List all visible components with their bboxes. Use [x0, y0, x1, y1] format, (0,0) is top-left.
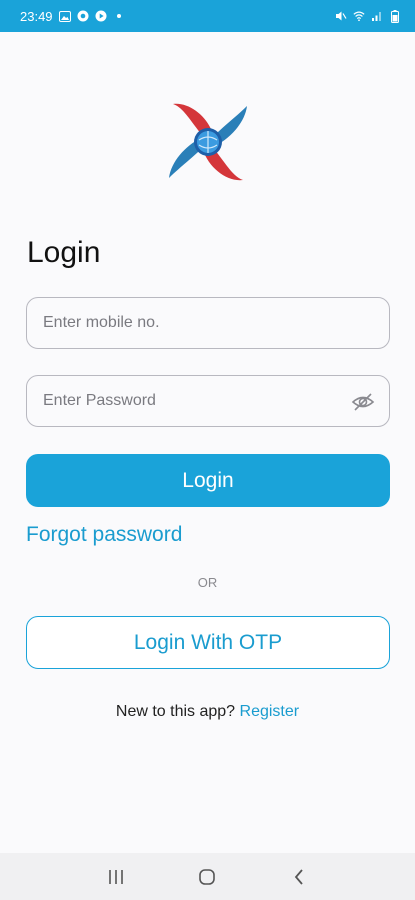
status-bar: 23:49	[0, 0, 415, 32]
dot-icon	[113, 10, 125, 22]
mobile-input[interactable]	[43, 314, 373, 332]
mute-icon	[335, 10, 347, 22]
recent-apps-icon	[109, 869, 123, 884]
play-icon	[95, 10, 107, 22]
password-input[interactable]	[43, 392, 373, 410]
status-time: 23:49	[20, 8, 53, 24]
recent-apps-button[interactable]	[96, 857, 136, 897]
mobile-field[interactable]	[26, 297, 390, 349]
register-prompt: New to this app?	[115, 703, 240, 720]
back-button[interactable]	[279, 857, 319, 897]
page-title: Login	[27, 236, 101, 269]
image-icon	[58, 10, 71, 22]
password-field[interactable]	[26, 375, 390, 427]
or-divider-text: OR	[197, 575, 218, 590]
navigation-bar	[0, 853, 415, 900]
back-icon	[294, 868, 303, 885]
forgot-password-link[interactable]: Forgot password	[26, 523, 182, 547]
register-link[interactable]: Register	[240, 703, 300, 720]
battery-icon	[389, 9, 401, 23]
login-with-otp-button[interactable]: Login With OTP	[26, 616, 390, 669]
signal-icon	[371, 10, 383, 22]
home-icon	[199, 868, 216, 885]
register-line: New to this app? Register	[0, 703, 415, 721]
wifi-icon	[353, 10, 365, 22]
chrome-icon	[77, 10, 89, 22]
login-button[interactable]: Login	[26, 454, 390, 507]
home-button[interactable]	[187, 857, 227, 897]
app-logo-icon	[163, 96, 253, 188]
eye-off-icon[interactable]	[351, 390, 375, 414]
